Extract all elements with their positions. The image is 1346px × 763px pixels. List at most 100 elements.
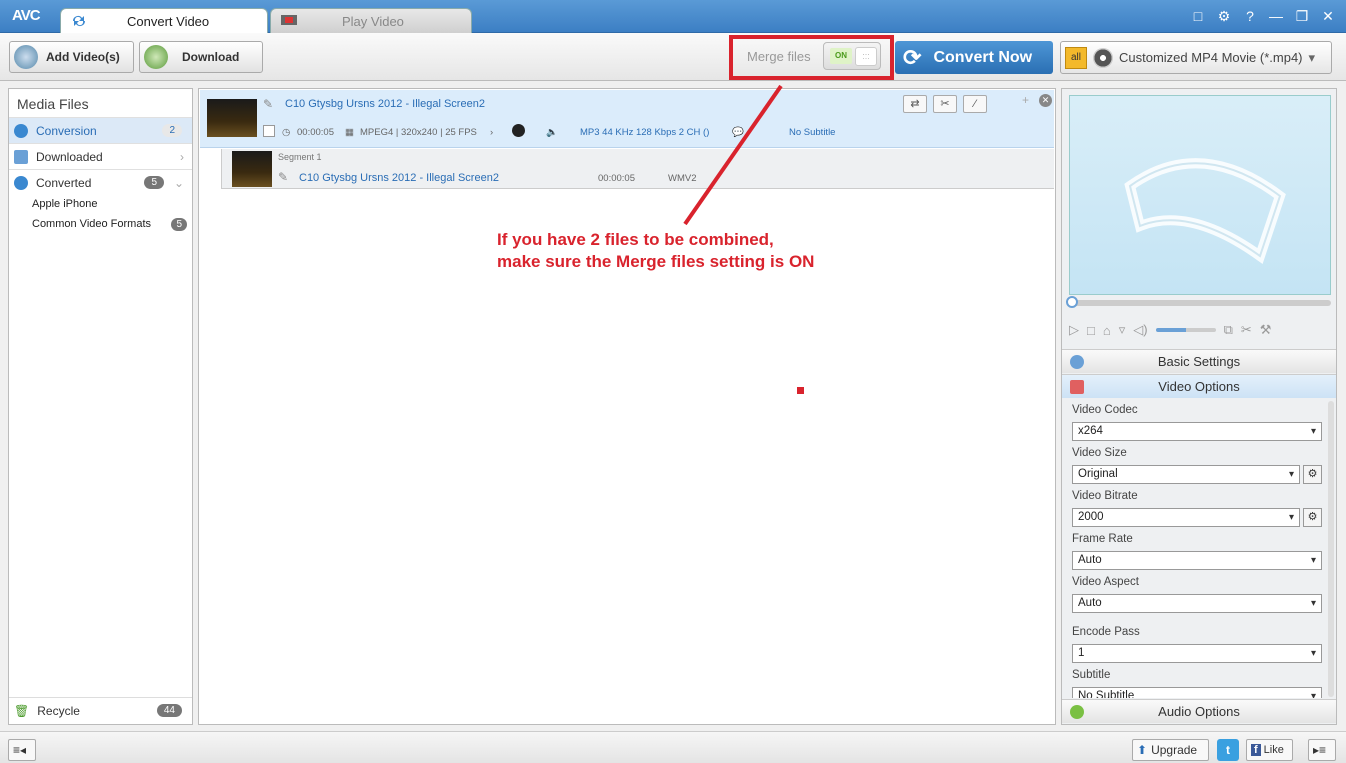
subtitle-select[interactable]: No Subtitle: [789, 127, 835, 138]
wrench-icon[interactable]: ⚒: [1260, 322, 1272, 338]
download-label: Download: [182, 50, 240, 64]
toggle-left-panel-button[interactable]: ≡◂: [8, 739, 36, 761]
basic-settings-header[interactable]: Basic Settings: [1062, 349, 1336, 373]
window-controls: □ ⚙ ? — ❐ ✕: [1190, 8, 1336, 25]
play-icon[interactable]: ▷: [1069, 322, 1079, 338]
sidebar-item-conversion[interactable]: Conversion 2: [9, 117, 192, 143]
video-options-header[interactable]: Video Options: [1062, 374, 1336, 398]
count-badge: 5: [171, 218, 187, 231]
wrench-icon: [1070, 355, 1084, 369]
toolbar: Add Video(s) Download Merge files ON :::…: [0, 33, 1346, 81]
all-profiles-icon[interactable]: all: [1065, 46, 1087, 69]
film-reel-icon: [1093, 47, 1113, 68]
download-button[interactable]: Download: [139, 41, 263, 73]
film-reel-icon[interactable]: [512, 124, 525, 137]
seek-bar[interactable]: [1069, 300, 1331, 306]
sidebar-item-recycle[interactable]: 🗑 Recycle 44: [9, 697, 192, 723]
section-label: Audio Options: [1158, 704, 1240, 719]
panel-icon: ≡◂: [13, 743, 27, 757]
title-bar: AVC Convert Video Play Video □ ⚙ ? — ❐ ✕: [0, 0, 1346, 33]
speaker-icon: 🔈: [546, 127, 558, 138]
annotation-dot: [797, 387, 804, 394]
video-codec-select[interactable]: x264: [1072, 422, 1322, 441]
film-icon: [281, 14, 297, 28]
video-thumbnail: [207, 99, 257, 137]
upgrade-button[interactable]: ⬆ Upgrade: [1132, 739, 1209, 761]
toggle-knob[interactable]: :::: [855, 47, 877, 66]
refresh-icon: ⟳: [903, 44, 922, 70]
subtitle-icon: 💬: [732, 127, 744, 138]
gear-icon[interactable]: ⚙: [1303, 508, 1322, 527]
convert-icon: [14, 175, 28, 190]
chevron-right-icon: ›: [180, 149, 184, 164]
section-label: Basic Settings: [1157, 354, 1241, 369]
add-videos-button[interactable]: Add Video(s): [9, 41, 134, 73]
count-badge: 2: [162, 124, 182, 137]
convert-now-button[interactable]: ⟳ Convert Now: [895, 41, 1053, 74]
upgrade-icon: ⬆: [1137, 743, 1148, 757]
status-bar: ≡◂ ⬆ Upgrade t f Like ▸≡: [0, 731, 1346, 763]
scissors-icon[interactable]: ✂: [1241, 322, 1252, 338]
copy-icon[interactable]: ⧉: [1224, 322, 1233, 338]
toggle-right-panel-button[interactable]: ▸≡: [1308, 739, 1336, 761]
facebook-like-button[interactable]: f Like: [1246, 739, 1293, 761]
annotation-text: If you have 2 files to be combined, make…: [497, 229, 814, 273]
output-profile-select[interactable]: all Customized MP4 Movie (*.mp4) ▾: [1060, 41, 1332, 74]
segment-name[interactable]: C10 Gtysbg Ursns 2012 - Illegal Screen2: [299, 172, 499, 184]
sidebar-item-converted[interactable]: Converted 5 ⌄: [9, 169, 192, 195]
video-bitrate-select[interactable]: 2000: [1072, 508, 1300, 527]
count-badge: 44: [156, 704, 182, 717]
magic-wand-icon[interactable]: ⁄: [963, 95, 987, 113]
sidebar-subitem-apple-iphone[interactable]: Apple iPhone: [32, 198, 97, 210]
tab-convert-video[interactable]: Convert Video: [60, 8, 268, 33]
gear-icon[interactable]: ⚙: [1216, 8, 1232, 25]
scissors-icon[interactable]: ✂: [933, 95, 957, 113]
help-icon[interactable]: ?: [1242, 8, 1258, 25]
field-label: Video Codec: [1072, 404, 1138, 416]
tab-play-video[interactable]: Play Video: [270, 8, 472, 33]
volume-icon[interactable]: ◁): [1133, 322, 1147, 338]
remove-file-icon[interactable]: ✕: [1039, 94, 1052, 107]
volume-slider[interactable]: [1155, 328, 1216, 332]
file-name[interactable]: C10 Gtysbg Ursns 2012 - Illegal Screen2: [285, 98, 485, 110]
chevron-down-icon[interactable]: ▿: [1119, 322, 1126, 338]
edit-pencil-icon[interactable]: ✎: [263, 97, 273, 111]
twitter-icon[interactable]: t: [1217, 739, 1239, 761]
convert-options-button[interactable]: ⇄: [903, 95, 927, 113]
subtitle-select[interactable]: No Subtitle: [1072, 687, 1322, 698]
seek-handle[interactable]: [1066, 296, 1078, 308]
file-row[interactable]: ✎ C10 Gtysbg Ursns 2012 - Illegal Screen…: [200, 90, 1054, 148]
audio-info[interactable]: MP3 44 KHz 128 Kbps 2 CH (): [580, 127, 709, 138]
sidebar-subitem-common-formats[interactable]: Common Video Formats 5: [32, 218, 187, 231]
media-files-panel: Media Files Conversion 2 Downloaded › Co…: [8, 88, 193, 725]
panel-icon: ▸≡: [1313, 743, 1327, 757]
video-size-select[interactable]: Original: [1072, 465, 1300, 484]
add-videos-label: Add Video(s): [46, 50, 120, 64]
field-label: Video Size: [1072, 447, 1127, 459]
audio-options-header[interactable]: Audio Options: [1062, 699, 1336, 723]
maximize-icon[interactable]: ❐: [1294, 8, 1310, 25]
duration: 00:00:05: [297, 127, 334, 138]
encode-pass-select[interactable]: 1: [1072, 644, 1322, 663]
chevron-down-icon: ⌄: [173, 175, 184, 190]
tab-label: Convert Video: [127, 13, 210, 29]
edit-pencil-icon[interactable]: ✎: [278, 170, 288, 184]
file-checkbox[interactable]: [263, 125, 275, 137]
close-icon[interactable]: ✕: [1320, 8, 1336, 25]
annotation-line-1: If you have 2 files to be combined,: [497, 230, 774, 249]
scrollbar[interactable]: [1328, 401, 1334, 697]
video-aspect-select[interactable]: Auto: [1072, 594, 1322, 613]
plus-icon[interactable]: +: [1022, 93, 1029, 107]
film-icon: [1070, 380, 1084, 394]
gear-icon[interactable]: ⚙: [1303, 465, 1322, 484]
camera-icon[interactable]: ⌂: [1103, 323, 1111, 338]
screen-icon[interactable]: □: [1190, 8, 1206, 25]
field-label: Video Aspect: [1072, 576, 1139, 588]
sidebar-item-downloaded[interactable]: Downloaded ›: [9, 143, 192, 169]
frame-rate-select[interactable]: Auto: [1072, 551, 1322, 570]
merge-files-toggle[interactable]: ON :::: [823, 42, 881, 70]
minimize-icon[interactable]: —: [1268, 8, 1284, 25]
stop-icon[interactable]: □: [1087, 323, 1095, 338]
segment-row[interactable]: Segment 1 ✎ C10 Gtysbg Ursns 2012 - Ille…: [221, 149, 1054, 189]
profile-label: Customized MP4 Movie (*.mp4): [1119, 50, 1303, 65]
